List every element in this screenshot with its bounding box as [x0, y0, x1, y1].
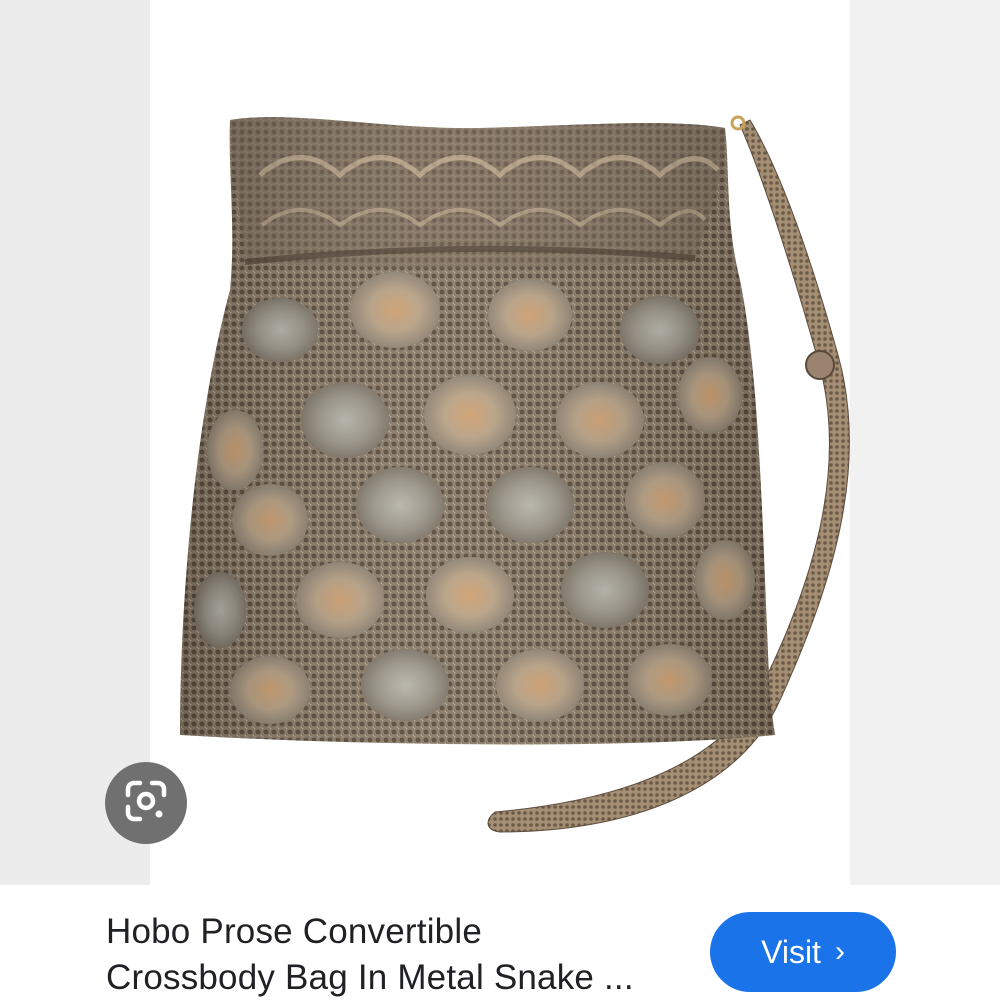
result-info-bar: Hobo Prose Convertible Crossbody Bag In … — [68, 885, 932, 1000]
visit-button-label: Visit — [761, 933, 821, 970]
google-lens-icon — [124, 779, 168, 828]
product-title-line-2: Crossbody Bag In Metal Snake ... — [106, 958, 634, 997]
product-title-line-1: Hobo Prose Convertible — [106, 912, 482, 951]
product-image[interactable] — [150, 0, 850, 885]
snake-print-bag-illustration — [180, 115, 850, 833]
google-lens-button[interactable] — [105, 762, 187, 844]
visit-button[interactable]: Visit › — [710, 912, 896, 992]
right-gutter — [850, 0, 1000, 885]
product-title[interactable]: Hobo Prose Convertible Crossbody Bag In … — [106, 909, 706, 1001]
left-gutter — [0, 0, 150, 885]
chevron-right-icon: › — [834, 935, 845, 968]
